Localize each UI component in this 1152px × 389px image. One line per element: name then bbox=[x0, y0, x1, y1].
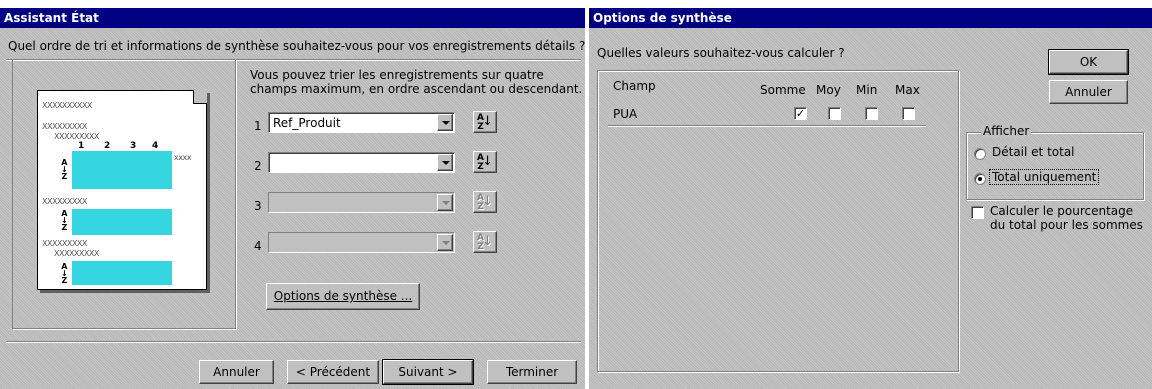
preview-az-marker: A ↓ Z bbox=[61, 262, 68, 285]
preview-col-1: 1 bbox=[78, 141, 85, 151]
sort-instructions-line1: Vous pouvez trier les enregistrements su… bbox=[250, 68, 544, 82]
sort-order-button-1[interactable]: AZ ↓ bbox=[473, 111, 497, 133]
background-strip bbox=[0, 0, 1152, 8]
chevron-down-icon[interactable] bbox=[437, 234, 453, 251]
chevron-down-icon[interactable] bbox=[437, 194, 453, 211]
finish-label: Terminer bbox=[505, 365, 559, 379]
preview-placeholder: XXXXXXXXX bbox=[54, 132, 99, 141]
next-label: Suivant > bbox=[398, 365, 458, 379]
sort-order-button-3[interactable]: AZ ↓ bbox=[473, 191, 497, 213]
check-icon: ✓ bbox=[795, 107, 806, 120]
percent-label-line2[interactable]: du total pour les sommes bbox=[990, 218, 1143, 232]
preview-col-4: 4 bbox=[152, 141, 159, 151]
preview-placeholder: XXXXXXXXXX bbox=[42, 101, 92, 110]
finish-button[interactable]: Terminer bbox=[487, 360, 577, 384]
preview-block bbox=[72, 261, 172, 285]
sort-field-4-dropdown[interactable] bbox=[268, 232, 455, 253]
chevron-down-icon[interactable] bbox=[437, 114, 453, 131]
avg-checkbox[interactable] bbox=[828, 107, 841, 120]
sort-field-1-value: Ref_Produit bbox=[273, 116, 341, 130]
show-group bbox=[966, 132, 1144, 200]
sort-field-2-dropdown[interactable] bbox=[268, 152, 455, 173]
preview-page-icon: XXXXXXXXXX XXXXXXXXX XXXXXXXXX 1 2 3 4 A… bbox=[37, 90, 207, 290]
total-only-label[interactable]: Total uniquement bbox=[988, 169, 1100, 185]
percent-of-total-checkbox[interactable] bbox=[971, 206, 984, 219]
preview-placeholder: XXXXXXXXX bbox=[54, 249, 99, 258]
sort-order-button-4[interactable]: AZ ↓ bbox=[473, 231, 497, 253]
down-arrow-icon: ↓ bbox=[482, 114, 493, 129]
down-arrow-icon: ↓ bbox=[482, 154, 493, 169]
preview-block bbox=[72, 209, 172, 235]
column-header-max: Max bbox=[895, 83, 920, 97]
max-checkbox[interactable] bbox=[902, 107, 915, 120]
sort-field-1-number: 1 bbox=[254, 119, 262, 133]
sort-field-2-number: 2 bbox=[254, 159, 262, 173]
summary-title-bar: Options de synthèse bbox=[589, 8, 1152, 28]
ok-button[interactable]: OK bbox=[1048, 49, 1129, 75]
wizard-title-bar: Assistant État bbox=[0, 8, 585, 28]
wizard-question: Quel ordre de tri et informations de syn… bbox=[8, 39, 586, 53]
sort-field-1-dropdown[interactable]: Ref_Produit bbox=[268, 112, 455, 133]
show-group-title: Afficher bbox=[981, 124, 1032, 138]
column-header-field: Champ bbox=[613, 79, 656, 93]
preview-col-2: 2 bbox=[104, 141, 111, 151]
column-header-avg: Moy bbox=[816, 83, 841, 97]
column-header-sum: Somme bbox=[760, 83, 806, 97]
sort-field-4-number: 4 bbox=[254, 239, 262, 253]
sort-field-3-dropdown[interactable] bbox=[268, 192, 455, 213]
sort-order-button-2[interactable]: AZ ↓ bbox=[473, 151, 497, 173]
summary-cancel-label: Annuler bbox=[1065, 85, 1112, 99]
summary-cancel-button[interactable]: Annuler bbox=[1049, 80, 1128, 104]
summary-question: Quelles valeurs souhaitez-vous calculer … bbox=[597, 46, 845, 60]
detail-and-total-label[interactable]: Détail et total bbox=[992, 145, 1075, 159]
column-header-min: Min bbox=[856, 83, 878, 97]
summary-options-button[interactable]: Options de synthèse ... bbox=[266, 283, 420, 310]
detail-and-total-radio[interactable] bbox=[974, 148, 986, 160]
down-arrow-icon: ↓ bbox=[482, 234, 493, 249]
summary-options-label: Options de synthèse ... bbox=[273, 289, 413, 303]
preview-placeholder: XXXXXXXXX bbox=[42, 239, 87, 248]
min-checkbox[interactable] bbox=[865, 107, 878, 120]
ok-label: OK bbox=[1079, 55, 1098, 69]
next-button[interactable]: Suivant > bbox=[382, 359, 474, 385]
report-wizard-window: Assistant État Quel ordre de tri et info… bbox=[0, 8, 585, 389]
sort-instructions-line2: champs maximum, en ordre ascendant ou de… bbox=[250, 82, 583, 96]
page-fold bbox=[193, 90, 207, 104]
chevron-down-icon[interactable] bbox=[437, 154, 453, 171]
previous-button[interactable]: < Précédent bbox=[287, 360, 379, 384]
summary-options-window: Options de synthèse Quelles valeurs souh… bbox=[589, 8, 1152, 389]
preview-col-3: 3 bbox=[130, 141, 137, 151]
summary-row-field: PUA bbox=[613, 107, 638, 121]
preview-placeholder: XXXXXXXXX bbox=[42, 122, 87, 131]
divider bbox=[6, 341, 581, 343]
preview-placeholder: xxxx bbox=[174, 153, 191, 162]
preview-block bbox=[72, 151, 172, 189]
preview-az-marker: A ↓ Z bbox=[61, 158, 68, 181]
summary-fields-panel: Champ Somme Moy Min Max PUA ✓ bbox=[597, 70, 959, 372]
previous-label: < Précédent bbox=[295, 365, 371, 379]
down-arrow-icon: ↓ bbox=[482, 194, 493, 209]
cancel-label: Annuler bbox=[213, 365, 260, 379]
total-only-radio[interactable] bbox=[974, 173, 986, 185]
preview-placeholder: XXXXXXXXX bbox=[42, 197, 87, 206]
report-preview: XXXXXXXXXX XXXXXXXXX XXXXXXXXX 1 2 3 4 A… bbox=[12, 59, 236, 329]
sort-field-3-number: 3 bbox=[254, 199, 262, 213]
cancel-button[interactable]: Annuler bbox=[199, 360, 274, 384]
percent-label-line1[interactable]: Calculer le pourcentage bbox=[990, 204, 1133, 218]
row-divider bbox=[608, 125, 926, 127]
sum-checkbox[interactable]: ✓ bbox=[794, 107, 807, 120]
preview-az-marker: A ↓ Z bbox=[61, 209, 68, 232]
